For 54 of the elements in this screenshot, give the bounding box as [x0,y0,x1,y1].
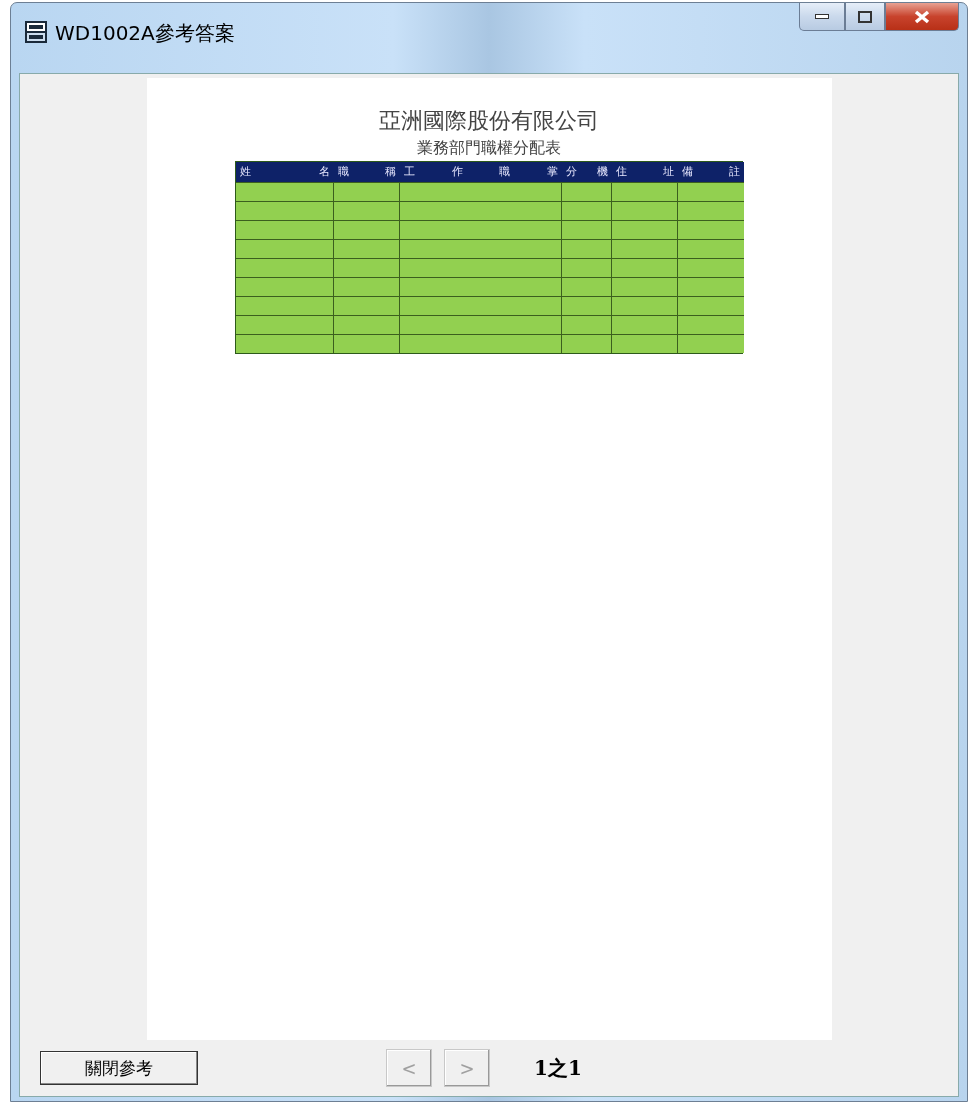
table-title: 業務部門職權分配表 [417,138,561,159]
table-cell [334,220,400,239]
table-cell [678,277,744,296]
table-cell [678,201,744,220]
table-cell [612,315,678,334]
window-title: WD1002A參考答案 [55,20,235,47]
table-cell [562,296,612,315]
table-cell [562,201,612,220]
table-cell [562,239,612,258]
app-icon [25,21,47,43]
table-cell [612,182,678,201]
maximize-button[interactable] [845,3,885,31]
table-cell [334,182,400,201]
table-cell [612,334,678,353]
close-button[interactable] [885,3,959,31]
column-header: 姓 名 [236,162,334,182]
column-header: 職 稱 [334,162,400,182]
company-title: 亞洲國際股份有限公司 [379,107,599,135]
table-cell [562,277,612,296]
page-indicator: 1之1 [534,1054,582,1082]
column-header: 工 作 職 掌 [400,162,562,182]
table-cell [678,182,744,201]
table-cell [612,220,678,239]
column-header: 備 註 [678,162,744,182]
column-header: 分 機 [562,162,612,182]
minimize-button[interactable] [799,3,845,31]
table-cell [334,296,400,315]
table-cell [678,296,744,315]
table-cell [678,220,744,239]
table-cell [334,315,400,334]
close-icon [913,9,931,24]
table-cell [612,239,678,258]
close-reference-button[interactable]: 關閉參考 [40,1051,198,1085]
table-cell [678,258,744,277]
table-cell [612,296,678,315]
table-cell [612,277,678,296]
maximize-icon [858,10,872,23]
table-cell [678,334,744,353]
table-cell [562,220,612,239]
table-cell [562,334,612,353]
table-cell [678,315,744,334]
table-cell [334,201,400,220]
table-cell [334,334,400,353]
table-cell [334,277,400,296]
table-cell [334,239,400,258]
table-cell [678,239,744,258]
table-cell [612,201,678,220]
column-header: 住 址 [612,162,678,182]
table-cell [334,258,400,277]
table-cell [562,182,612,201]
minimize-icon [815,13,829,20]
table-cell [562,315,612,334]
table-cell [562,258,612,277]
table-cell [612,258,678,277]
